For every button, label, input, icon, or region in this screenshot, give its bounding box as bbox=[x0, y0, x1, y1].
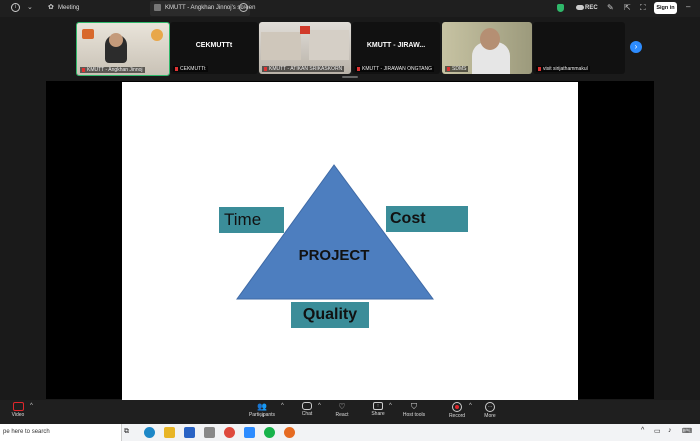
host-tools-button[interactable]: ⛉ Host tools bbox=[400, 402, 428, 418]
annotate-icon[interactable]: ✎ bbox=[607, 3, 614, 12]
participant-tile[interactable]: KMUTT - ATIKAN SRIKASKORN bbox=[259, 22, 351, 74]
rec-label: REC bbox=[585, 5, 598, 11]
more-label: More bbox=[484, 413, 496, 419]
time-label: Time bbox=[219, 207, 284, 233]
title-bar: i ⌄ ✿ Meeting KMUTT - Angkhan Jinnoj's s… bbox=[0, 0, 700, 17]
org-logo bbox=[300, 26, 310, 34]
react-label: React bbox=[335, 412, 349, 418]
minimize-icon[interactable]: – bbox=[686, 2, 690, 11]
strip-resize-handle[interactable] bbox=[342, 76, 358, 78]
app-title: Meeting bbox=[58, 5, 80, 11]
org-seal bbox=[151, 29, 163, 41]
mic-muted-icon bbox=[447, 66, 450, 71]
participant-name: KMUTT - ATIKAN SRIKASKORN bbox=[269, 66, 343, 72]
participant-name: KMUTT - JIRAWAN ONGTANG bbox=[362, 66, 432, 72]
participant-tile[interactable]: KMUTT - JIRAW... KMUTT - JIRAWAN ONGTANG bbox=[352, 22, 440, 74]
participant-strip: KMUTT - Angkhan Jinnoj CEKMUTTt CEKMUTTt… bbox=[0, 17, 700, 79]
meeting-toolbar: Video ^ 👥70 Participants ^ Chat ^ ♡ Reac… bbox=[0, 400, 700, 424]
network-icon[interactable]: ▭ bbox=[654, 427, 661, 435]
share-button[interactable]: ↑ Share bbox=[369, 402, 387, 417]
chat-label: Chat bbox=[301, 411, 313, 417]
building-image bbox=[261, 32, 301, 60]
sign-in-button[interactable]: Sign in bbox=[654, 2, 677, 14]
chevron-up-icon[interactable]: ^ bbox=[30, 403, 33, 409]
firefox-icon[interactable] bbox=[284, 427, 295, 438]
chevron-up-icon[interactable]: ^ bbox=[281, 403, 284, 409]
info-icon[interactable]: i bbox=[11, 3, 20, 12]
project-label: PROJECT bbox=[298, 247, 370, 264]
presentation-slide: Time Cost PROJECT Quality bbox=[122, 82, 578, 400]
language-icon[interactable]: ⌨ bbox=[682, 427, 692, 435]
cloud-icon bbox=[576, 5, 584, 10]
participant-center-name: KMUTT - JIRAW... bbox=[366, 42, 426, 49]
chat-icon bbox=[302, 402, 312, 410]
mic-muted-icon bbox=[357, 66, 360, 71]
react-button[interactable]: ♡ React bbox=[333, 402, 351, 418]
participant-face bbox=[480, 28, 500, 50]
heart-icon: ♡ bbox=[338, 402, 346, 411]
more-button[interactable]: … More bbox=[481, 402, 499, 419]
more-icon: … bbox=[485, 402, 495, 412]
presenter-avatar bbox=[154, 4, 161, 11]
tray-chevron-icon[interactable]: ^ bbox=[641, 427, 644, 434]
mic-muted-icon bbox=[264, 66, 267, 71]
participant-name: CEKMUTTt bbox=[180, 66, 206, 72]
mic-muted-icon bbox=[538, 66, 541, 71]
store-icon[interactable] bbox=[204, 427, 215, 438]
quality-label: Quality bbox=[291, 302, 369, 328]
video-label: Video bbox=[11, 412, 25, 418]
shield-icon: ⛉ bbox=[411, 402, 417, 411]
record-icon bbox=[452, 402, 462, 412]
zoom-icon[interactable] bbox=[244, 427, 255, 438]
os-taskbar: pe here to search ⧉ ^ ▭ ♪ ⌨ bbox=[0, 424, 700, 441]
file-explorer-icon[interactable] bbox=[164, 427, 175, 438]
fullscreen-icon[interactable]: ⛶ bbox=[640, 3, 646, 13]
record-label: Record bbox=[448, 413, 466, 419]
edge-icon[interactable] bbox=[144, 427, 155, 438]
share-label: Share bbox=[371, 411, 385, 417]
mail-icon[interactable] bbox=[184, 427, 195, 438]
participant-tile[interactable]: visit sirijathammakul bbox=[533, 22, 625, 74]
participant-tile[interactable]: CEKMUTTt CEKMUTTt bbox=[170, 22, 258, 74]
org-logo bbox=[82, 29, 94, 39]
share-screen-icon: ↑ bbox=[373, 402, 383, 410]
mic-muted-icon bbox=[175, 66, 178, 71]
host-tools-label: Host tools bbox=[402, 412, 426, 418]
participants-icon: 👥70 bbox=[257, 402, 267, 418]
chrome-icon[interactable] bbox=[224, 427, 235, 438]
task-view-icon[interactable]: ⧉ bbox=[124, 428, 129, 436]
participant-face bbox=[109, 33, 123, 47]
shield-icon[interactable] bbox=[557, 4, 564, 12]
participants-label: Participants bbox=[248, 412, 276, 418]
participants-button[interactable]: 👥70 Participants bbox=[246, 402, 278, 418]
pin-icon[interactable]: ⇱ bbox=[624, 3, 631, 12]
next-page-button[interactable]: › bbox=[630, 41, 642, 53]
record-button[interactable]: Record bbox=[447, 402, 467, 419]
chevron-up-icon[interactable]: ^ bbox=[469, 403, 472, 409]
participant-tile[interactable]: KMUTT - Angkhan Jinnoj bbox=[76, 22, 170, 76]
participant-tile[interactable]: SDMS bbox=[442, 22, 532, 74]
volume-icon[interactable]: ♪ bbox=[668, 427, 672, 434]
line-icon[interactable] bbox=[264, 427, 275, 438]
participant-name: KMUTT - Angkhan Jinnoj bbox=[87, 67, 143, 73]
chevron-down-icon[interactable]: ⌄ bbox=[27, 3, 33, 11]
cost-label: Cost bbox=[386, 206, 468, 232]
building-image bbox=[309, 30, 349, 60]
participant-name: SDMS bbox=[452, 66, 467, 72]
video-button[interactable]: Video bbox=[8, 402, 28, 418]
participant-center-name: CEKMUTTt bbox=[195, 42, 233, 49]
participant-name: visit sirijathammakul bbox=[543, 66, 588, 72]
triangle-diagram bbox=[236, 164, 434, 300]
chat-button[interactable]: Chat bbox=[298, 402, 316, 417]
video-off-icon bbox=[12, 402, 24, 411]
meeting-icon: ✿ bbox=[48, 4, 54, 11]
chevron-up-icon[interactable]: ^ bbox=[389, 403, 392, 409]
chevron-up-icon[interactable]: ^ bbox=[318, 403, 321, 409]
mic-muted-icon bbox=[82, 67, 85, 72]
taskbar-search-input[interactable]: pe here to search bbox=[0, 424, 122, 441]
more-options-icon[interactable]: … bbox=[239, 3, 248, 12]
